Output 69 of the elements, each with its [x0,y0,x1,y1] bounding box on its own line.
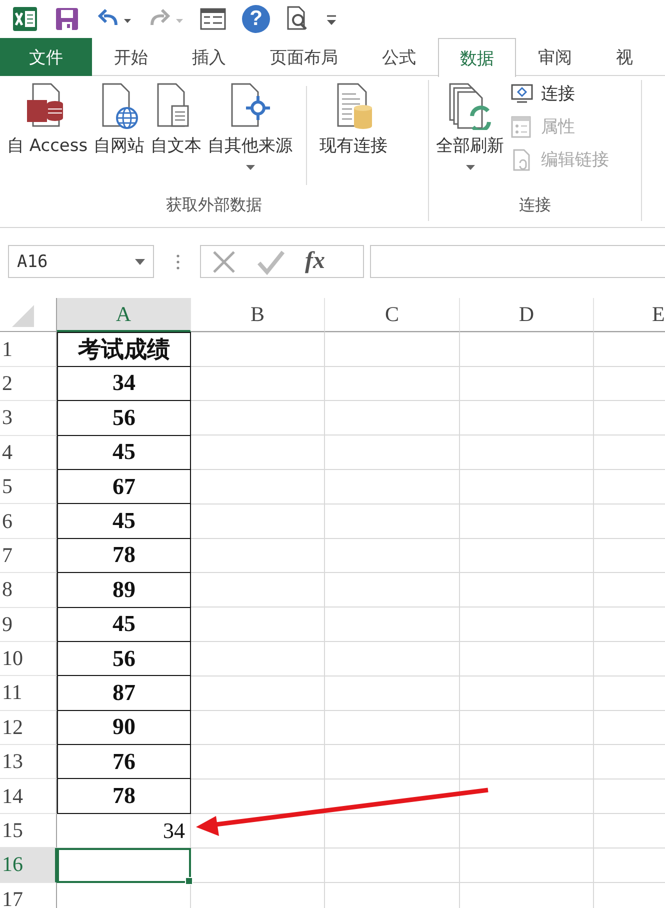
group-label: 获取外部数据 [166,195,262,216]
table-cell: 45 [57,504,191,539]
column-header[interactable]: B [191,298,325,332]
column-header[interactable]: C [325,298,460,332]
row-header[interactable]: 7 [0,538,57,574]
table-cell: 45 [57,436,191,470]
row-header[interactable]: 14 [0,779,57,814]
row-header[interactable]: 1 [0,332,57,367]
name-box[interactable]: A16 [8,245,154,278]
form-icon[interactable] [200,7,226,31]
link-document-icon [511,148,533,170]
ribbon-button[interactable]: 自其他来源 [204,80,296,170]
row-header[interactable]: 15 [0,814,57,848]
column-header[interactable]: D [460,298,594,332]
ribbon-button[interactable]: 全部刷新 [433,80,507,170]
table-cell: 34 [57,366,191,402]
table-cell: 76 [57,745,191,780]
table-cell: 90 [57,710,191,746]
table-cell: 89 [57,573,191,608]
row-header[interactable]: 10 [0,642,57,676]
file-menu-tab[interactable]: 文件 [0,38,92,76]
group-label: 连接 [519,195,551,216]
properties-icon [511,116,533,138]
row-header[interactable]: 16 [0,848,57,883]
row-header[interactable]: 3 [0,401,57,436]
ribbon-tab[interactable]: 页面布局 [248,38,360,76]
caret-icon [246,165,255,170]
ribbon-tab[interactable]: 数据 [438,38,516,77]
column-header[interactable]: A [57,298,191,332]
ribbon-button[interactable]: 现有连接 [316,80,391,157]
table-cell: 78 [57,538,191,574]
checkmark-icon[interactable] [257,248,285,274]
row-header[interactable]: 2 [0,366,57,402]
connection-icon [511,82,533,104]
ribbon-tab[interactable]: 公式 [360,38,438,76]
row-header[interactable]: 12 [0,710,57,746]
row-header[interactable]: 4 [0,436,57,470]
row-header[interactable]: 11 [0,676,57,711]
table-cell: 87 [57,676,191,711]
insert-function-button[interactable]: fx [305,248,325,275]
more-icon[interactable] [176,252,180,270]
row-header[interactable]: 9 [0,608,57,642]
table-cell: 67 [57,470,191,504]
ribbon-button[interactable]: 自 Access [4,80,91,157]
formula-input[interactable] [370,245,665,278]
row-header[interactable]: 6 [0,504,57,539]
table-cell: 56 [57,401,191,436]
row-header[interactable]: 8 [0,573,57,608]
ribbon-button[interactable]: 自网站 [90,80,148,157]
row-header[interactable]: 5 [0,470,57,504]
ribbon-tab[interactable]: 视 [594,38,655,76]
ribbon-tab[interactable]: 审阅 [516,38,594,76]
ribbon-button[interactable]: 自文本 [148,80,205,157]
ribbon-tab[interactable]: 插入 [170,38,248,76]
save-icon[interactable] [54,6,80,32]
row-header[interactable]: 17 [0,882,57,908]
spreadsheet-app-icon[interactable] [12,6,38,32]
table-cell: 考试成绩 [57,332,191,367]
refresh-documents-icon [448,82,492,130]
table-cell: 45 [57,608,191,642]
caret-icon [466,165,474,170]
ribbon-button[interactable]: 连接 [511,82,609,105]
row-header[interactable]: 13 [0,745,57,780]
help-button[interactable]: ? [242,5,270,33]
table-cell-text: 34 [162,817,186,846]
table-cell: 56 [57,642,191,676]
active-cell[interactable] [57,848,191,883]
table-cell: 78 [57,779,191,814]
ribbon-tab[interactable]: 开始 [92,38,170,76]
